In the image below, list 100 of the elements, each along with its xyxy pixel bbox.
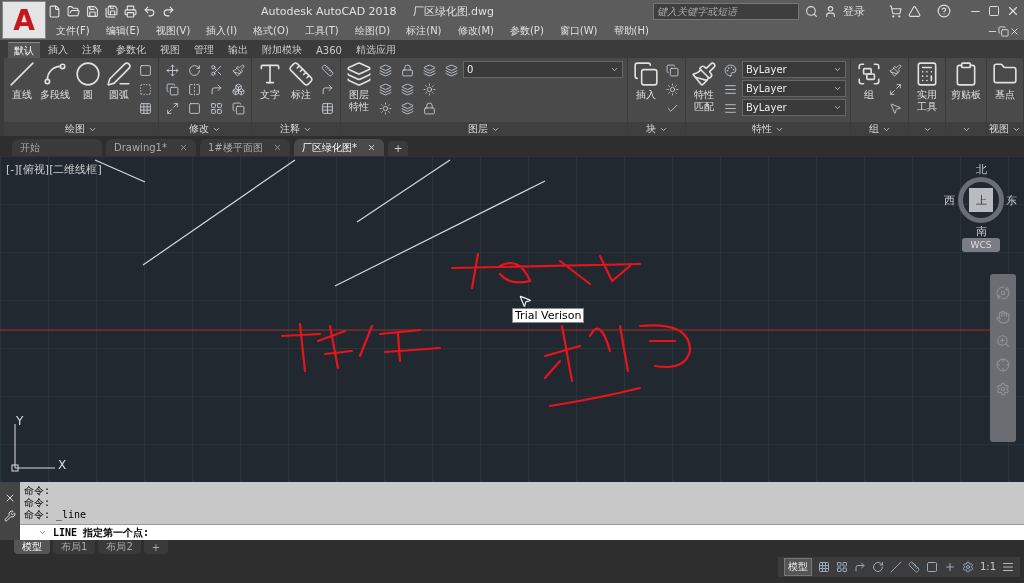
ribbon-button[interactable]: 直线 [8, 61, 36, 101]
menu-item[interactable]: 文件(F) [48, 24, 98, 38]
file-tab[interactable]: Drawing1* [106, 139, 196, 156]
ribbon-button[interactable]: 圆弧 [105, 61, 133, 101]
dropdown[interactable]: ByLayer [742, 61, 846, 78]
save-icon[interactable] [86, 4, 99, 18]
menu-item[interactable]: 修改(M) [449, 24, 502, 38]
menu-item[interactable]: 插入(I) [198, 24, 246, 38]
dropdown[interactable]: ByLayer [742, 80, 846, 97]
tool-button[interactable] [163, 61, 181, 79]
close-icon[interactable] [179, 143, 188, 152]
command-input[interactable]: LINE 指定第一个点: [20, 524, 1024, 540]
restore-icon[interactable] [998, 25, 1009, 37]
ribbon-button[interactable]: 组 [855, 61, 883, 101]
layout-tab[interactable]: 模型 [14, 540, 50, 554]
menu-icon[interactable] [1002, 560, 1014, 573]
maximize-icon[interactable] [988, 5, 1000, 17]
tool-button[interactable] [376, 99, 394, 117]
ribbon-button[interactable]: 图层特性 [345, 61, 373, 113]
layout-tab[interactable]: 布局2 [98, 540, 141, 554]
cube-face[interactable]: 上 [969, 188, 993, 212]
menu-item[interactable]: 窗口(W) [551, 24, 606, 38]
panel-title-bar[interactable]: 块 [628, 122, 685, 136]
ribbon-button[interactable]: 多段线 [39, 61, 71, 101]
menu-item[interactable]: 帮助(H) [605, 24, 657, 38]
ribbon-tab[interactable]: 附加模块 [256, 42, 308, 58]
ribbon-button[interactable]: 特性匹配 [690, 61, 718, 113]
triangle-icon[interactable] [908, 4, 921, 18]
close-icon[interactable] [4, 492, 16, 504]
tool-button[interactable] [318, 61, 336, 79]
tool-button[interactable] [886, 61, 904, 79]
cart-icon[interactable] [889, 4, 902, 18]
panel-title-bar[interactable]: 绘图 [4, 122, 158, 136]
ribbon-button[interactable]: 剪贴板 [950, 61, 982, 101]
help-icon[interactable] [937, 4, 951, 18]
model-space-button[interactable]: 模型 [783, 557, 812, 576]
ribbon-tab[interactable]: 参数化 [110, 42, 152, 58]
login-link[interactable]: 登录 [843, 3, 865, 19]
ribbon-tab[interactable]: 输出 [222, 42, 254, 58]
plus-icon[interactable] [943, 560, 956, 573]
ribbon-tab[interactable]: 注释 [76, 42, 108, 58]
menu-item[interactable]: 参数(P) [501, 24, 552, 38]
dropdown[interactable]: ByLayer [742, 99, 846, 116]
ribbon-button[interactable]: 基点 [991, 61, 1019, 101]
compass-ring[interactable]: 上 [958, 177, 1004, 223]
tool-button[interactable] [229, 61, 247, 79]
settings-icon[interactable] [961, 560, 974, 573]
ribbon-button[interactable]: 实用工具 [913, 61, 941, 113]
menu-item[interactable]: 绘图(D) [346, 24, 399, 38]
tool-button[interactable] [663, 61, 681, 79]
ribbon-tab[interactable]: 视图 [154, 42, 186, 58]
annotation-scale[interactable]: 1:1 [979, 561, 996, 572]
open-folder-icon[interactable] [67, 4, 80, 18]
menu-item[interactable]: 工具(T) [296, 24, 347, 38]
layout-tab[interactable]: 布局1 [53, 540, 96, 554]
tool-button[interactable] [398, 80, 416, 98]
close-icon[interactable] [1009, 25, 1020, 37]
ribbon-button[interactable]: 圆 [74, 61, 102, 101]
wrench-icon[interactable] [4, 510, 16, 522]
new-file-icon[interactable] [48, 4, 61, 18]
panel-title-bar[interactable]: 特性 [686, 122, 850, 136]
tool-button[interactable] [721, 61, 739, 79]
tool-button[interactable] [163, 80, 181, 98]
close-icon[interactable] [273, 143, 282, 152]
file-tab[interactable]: 开始 [12, 139, 102, 156]
panel-title-bar[interactable]: 注释 [252, 122, 340, 136]
ribbon-tab[interactable]: 默认 [8, 42, 40, 58]
tool-button[interactable] [376, 61, 394, 79]
close-icon[interactable] [1006, 4, 1020, 18]
ribbon-tab[interactable]: A360 [310, 42, 348, 58]
menu-item[interactable]: 视图(V) [147, 24, 199, 38]
undo-icon[interactable] [143, 4, 156, 18]
new-layout-button[interactable]: + [143, 540, 169, 554]
search-field[interactable]: 键入关键字或短语 [653, 2, 799, 20]
tool-button[interactable] [420, 61, 438, 79]
print-icon[interactable] [124, 4, 137, 18]
new-tab-button[interactable]: + [388, 141, 408, 156]
tool-button[interactable] [442, 61, 460, 79]
tool-button[interactable] [376, 80, 394, 98]
snap-icon[interactable] [835, 560, 848, 573]
panel-title-bar[interactable]: 视图 [987, 122, 1023, 136]
tool-button[interactable] [398, 99, 416, 117]
panel-title-bar[interactable]: 修改 [159, 122, 251, 136]
menu-item[interactable]: 编辑(E) [97, 24, 148, 38]
panel-title-bar[interactable]: 图层 [341, 122, 627, 136]
viewport-controls[interactable]: [-][俯视][二维线框] [6, 162, 102, 177]
tool-button[interactable] [663, 80, 681, 98]
save-as-icon[interactable] [105, 4, 118, 18]
menu-item[interactable]: 格式(O) [245, 24, 297, 38]
ribbon-tab[interactable]: 管理 [188, 42, 220, 58]
file-tab[interactable]: 厂区绿化图* [294, 139, 384, 156]
ribbon-tab[interactable]: 精选应用 [349, 42, 402, 58]
application-button[interactable]: A [2, 1, 46, 39]
file-tab[interactable]: 1#楼平面图 [200, 139, 290, 156]
ribbon-tab[interactable]: 插入 [42, 42, 74, 58]
redo-icon[interactable] [162, 4, 175, 18]
caret-icon[interactable] [38, 528, 47, 537]
tool-button[interactable] [420, 80, 438, 98]
grid-icon[interactable] [817, 560, 830, 573]
menu-item[interactable]: 标注(N) [398, 24, 450, 38]
